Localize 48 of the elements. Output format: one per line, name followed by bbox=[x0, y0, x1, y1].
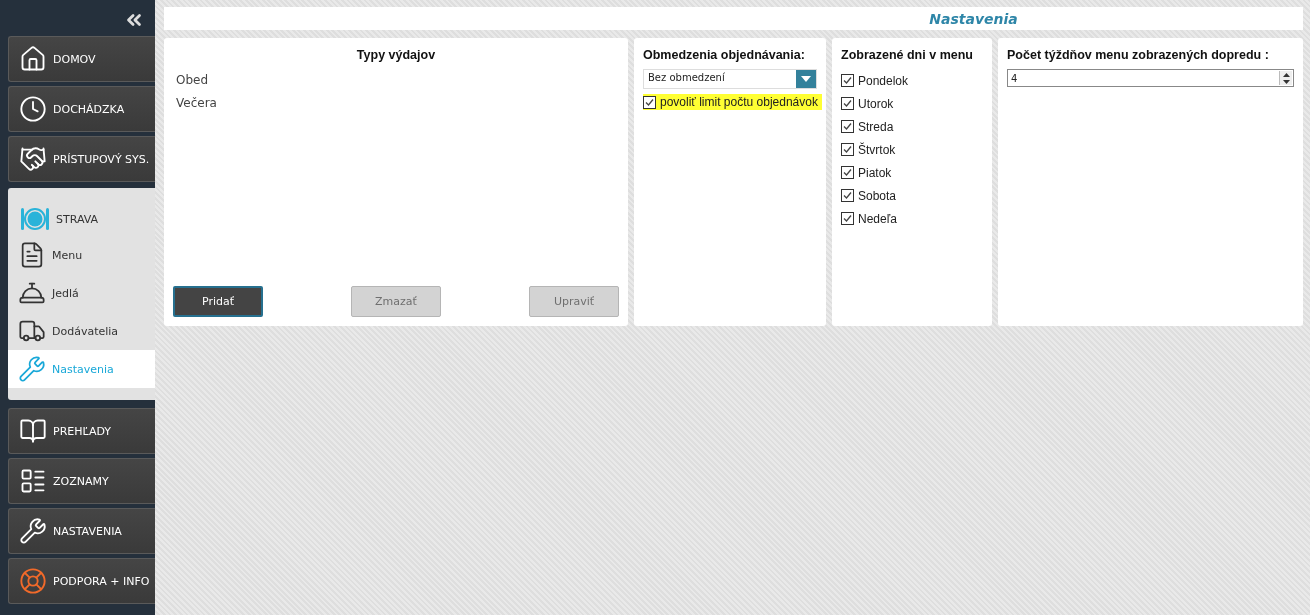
checkbox[interactable] bbox=[841, 189, 854, 202]
spinner-icon bbox=[1282, 72, 1290, 84]
checkbox[interactable] bbox=[841, 166, 854, 179]
nav-subitem[interactable]: Jedlá bbox=[8, 274, 155, 312]
panel-title: Obmedzenia objednávania: bbox=[643, 47, 806, 63]
lifebuoy-icon bbox=[19, 567, 47, 595]
checkbox[interactable] bbox=[841, 120, 854, 133]
wrench-icon bbox=[19, 517, 47, 545]
nav-button[interactable]: PODPORA + INFO bbox=[8, 558, 155, 604]
clock-icon bbox=[19, 95, 47, 123]
nav-button[interactable]: DOMOV bbox=[8, 36, 155, 82]
list-item[interactable]: Večera bbox=[173, 92, 619, 115]
nav-subitem[interactable]: Dodávatelia bbox=[8, 312, 155, 350]
checkbox-label: Sobota bbox=[858, 188, 897, 203]
checkbox[interactable] bbox=[841, 143, 854, 156]
book-icon bbox=[19, 417, 47, 445]
panel-title: Typy výdajov bbox=[355, 47, 437, 63]
checkbox-label: Utorok bbox=[858, 96, 894, 111]
checkbox-label: povoliť limit počtu objednávok bbox=[660, 95, 818, 109]
action-button[interactable]: Pridať bbox=[173, 286, 263, 317]
panel-title: Počet týždňov menu zobrazených dopredu : bbox=[1007, 47, 1270, 63]
list-icon bbox=[19, 467, 47, 495]
nav-subitem[interactable]: Menu bbox=[8, 236, 155, 274]
handshake-icon bbox=[19, 145, 47, 173]
number-field[interactable]: 4 bbox=[1007, 69, 1294, 87]
checkbox[interactable] bbox=[643, 95, 656, 109]
checkbox[interactable] bbox=[841, 74, 854, 87]
nav-group-header[interactable]: STRAVA bbox=[8, 202, 155, 236]
wrench-icon bbox=[18, 355, 46, 383]
list-item[interactable]: Obed bbox=[173, 69, 619, 92]
nav-button[interactable]: DOCHÁDZKA bbox=[8, 86, 155, 132]
nav-button[interactable]: ZOZNAMY bbox=[8, 458, 155, 504]
checkbox-label: Nedeľa bbox=[858, 211, 897, 226]
nav-button[interactable]: NASTAVENIA bbox=[8, 508, 155, 554]
plate-icon bbox=[20, 206, 50, 232]
checkbox-label: Štvrtok bbox=[858, 142, 896, 157]
checkbox-label: Piatok bbox=[858, 165, 892, 180]
nav-button[interactable]: PRÍSTUPOVÝ SYS. bbox=[8, 136, 155, 182]
checkbox-label: Streda bbox=[858, 119, 894, 134]
checkbox[interactable] bbox=[841, 97, 854, 110]
checkbox[interactable] bbox=[841, 212, 854, 225]
dropdown[interactable]: Bez obmedzení bbox=[643, 69, 817, 89]
checkbox-label: Pondelok bbox=[858, 73, 909, 88]
panel-title: Zobrazené dni v menu bbox=[841, 47, 974, 63]
house-icon bbox=[19, 45, 47, 73]
caret-icon bbox=[801, 76, 811, 82]
page-title: Nastavenia bbox=[929, 10, 1018, 27]
nav-button[interactable]: PREHĽADY bbox=[8, 408, 155, 454]
